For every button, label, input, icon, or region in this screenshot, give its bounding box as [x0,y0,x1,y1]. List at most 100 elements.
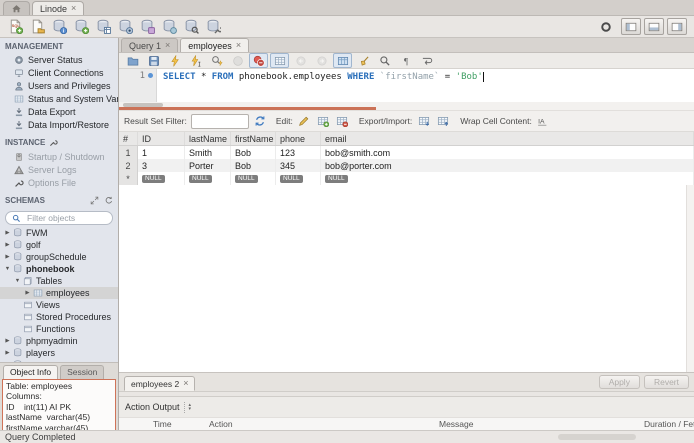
stop-on-error-icon[interactable] [249,53,268,68]
tree-item-players[interactable]: ▶ players [0,347,118,359]
edit-record-icon[interactable] [297,114,312,128]
close-icon[interactable]: × [71,4,76,13]
wrap-text-icon[interactable] [417,53,436,68]
grid-cell[interactable]: NULL [185,172,231,185]
grid-cell[interactable]: Porter [185,159,231,172]
search-data-icon[interactable] [181,18,201,35]
result-tab[interactable]: employees 2 × [124,376,196,391]
toggle-secondary-sidebar-button[interactable] [667,18,687,35]
save-icon[interactable] [144,53,163,68]
tree-item-functions[interactable]: Functions [0,323,118,335]
grid-cell[interactable]: Bob [231,159,276,172]
autocommit-icon[interactable] [333,53,352,68]
tree-item-phonebook[interactable]: ▼ phonebook [0,263,118,275]
chevron-right-icon[interactable]: ▶ [3,242,12,248]
close-icon[interactable]: × [236,41,241,50]
chevron-right-icon[interactable]: ▶ [3,230,12,236]
grid-cell[interactable]: NULL [321,172,694,185]
limit-rows-icon[interactable] [270,53,289,68]
toggle-sidebar-button[interactable] [621,18,641,35]
tab-session[interactable]: Session [60,365,105,379]
connection-tab[interactable]: Linode × [32,1,85,15]
grid-cell[interactable]: 345 [276,159,321,172]
commit-icon[interactable] [291,53,310,68]
create-function-icon[interactable] [159,18,179,35]
stop-icon[interactable] [228,53,247,68]
tree-item-fwm[interactable]: ▶ FWM [0,227,118,239]
result-set-filter-input[interactable] [190,113,249,129]
chevron-right-icon[interactable]: ▶ [23,290,32,296]
sidebar-item-data-import[interactable]: Data Import/Restore [0,118,118,131]
create-table-icon[interactable] [93,18,113,35]
table-row[interactable]: 2 3 Porter Bob 345 bob@porter.com [119,159,694,172]
sidebar-item-startup-shutdown[interactable]: Startup / Shutdown [0,150,118,163]
open-file-icon[interactable] [123,53,142,68]
sidebar-item-users-privileges[interactable]: Users and Privileges [0,79,118,92]
result-grid-vscrollbar[interactable] [686,185,694,372]
wrap-cell-content-icon[interactable]: IA [536,114,551,128]
expand-schemas-icon[interactable] [89,195,100,206]
create-procedure-icon[interactable] [137,18,157,35]
grid-cell[interactable]: bob@smith.com [321,146,694,159]
grid-cell[interactable]: 2 [119,159,138,172]
refresh-schemas-icon[interactable] [103,195,114,206]
grid-cell[interactable]: Smith [185,146,231,159]
rollback-icon[interactable] [312,53,331,68]
chevron-right-icon[interactable]: ▶ [3,350,12,356]
sidebar-item-system-variables[interactable]: Status and System Variables [0,92,118,105]
explain-icon[interactable] [207,53,226,68]
table-row[interactable]: 1 1 Smith Bob 123 bob@smith.com [119,146,694,159]
output-hscrollbar-thumb[interactable] [558,434,636,440]
execute-icon[interactable] [165,53,184,68]
apply-button[interactable]: Apply [598,375,640,389]
home-tab[interactable] [3,1,30,15]
create-schema-icon[interactable] [71,18,91,35]
chevron-right-icon[interactable]: ▶ [3,338,12,344]
tab-query-1[interactable]: Query 1 × [121,38,179,52]
grid-cell[interactable]: Bob [231,146,276,159]
sql-code-line[interactable]: SELECT * FROM phonebook.employees WHERE … [157,69,484,102]
table-row-new[interactable]: * NULL NULL NULL NULL NULL [119,172,694,185]
schema-filter-input[interactable] [25,212,109,225]
export-recordset-icon[interactable] [416,114,431,128]
tree-item-groupschedule[interactable]: ▶ groupSchedule [0,251,118,263]
grid-cell[interactable]: * [119,172,138,185]
tree-item-tables[interactable]: ▼ Tables [0,275,118,287]
import-records-icon[interactable] [435,114,450,128]
grid-cell[interactable]: bob@porter.com [321,159,694,172]
refresh-resultset-icon[interactable] [253,114,268,128]
grid-cell[interactable]: 1 [119,146,138,159]
sidebar-item-client-connections[interactable]: Client Connections [0,66,118,79]
reconnect-dbms-icon[interactable] [203,18,223,35]
grid-cell[interactable]: NULL [231,172,276,185]
grid-cell[interactable]: NULL [276,172,321,185]
chevron-down-icon[interactable]: ▼ [13,278,22,284]
sql-editor[interactable]: 1 SELECT * FROM phonebook.employees WHER… [119,69,694,102]
tree-item-stored-procedures[interactable]: Stored Procedures [0,311,118,323]
delete-row-icon[interactable] [335,114,350,128]
chevron-right-icon[interactable]: ▶ [3,254,12,260]
invisible-chars-icon[interactable]: ¶ [396,53,415,68]
sidebar-item-server-status[interactable]: Server Status [0,53,118,66]
close-icon[interactable]: × [165,41,170,50]
open-script-icon[interactable] [27,18,47,35]
tree-item-phpmyadmin[interactable]: ▶ phpmyadmin [0,335,118,347]
execute-current-statement-icon[interactable] [186,53,205,68]
grid-cell[interactable]: 123 [276,146,321,159]
beautify-icon[interactable] [354,53,373,68]
toggle-output-area-button[interactable] [644,18,664,35]
tab-object-info[interactable]: Object Info [3,365,59,379]
insert-row-icon[interactable] [316,114,331,128]
grid-cell[interactable]: NULL [138,172,185,185]
find-icon[interactable] [375,53,394,68]
action-output-selector[interactable]: Action Output [125,402,180,412]
revert-button[interactable]: Revert [643,375,689,389]
grid-cell[interactable]: 1 [138,146,185,159]
selector-spinner-icon[interactable]: ▴ ▾ [183,401,194,413]
sidebar-item-data-export[interactable]: Data Export [0,105,118,118]
chevron-down-icon[interactable]: ▼ [3,266,12,272]
close-icon[interactable]: × [183,379,188,388]
grid-cell[interactable]: 3 [138,159,185,172]
tree-item-golf[interactable]: ▶ golf [0,239,118,251]
tab-employees[interactable]: employees × [180,38,250,52]
